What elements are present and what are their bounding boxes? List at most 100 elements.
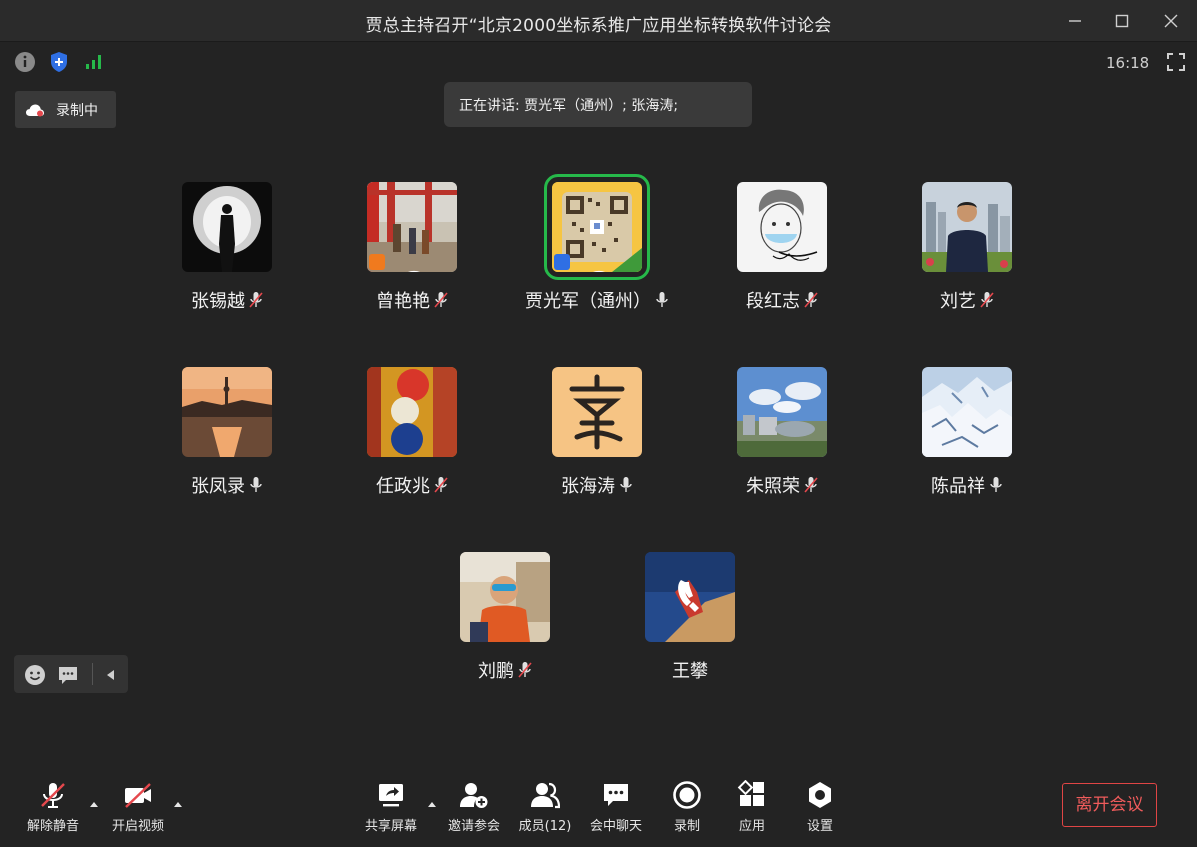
meeting-toolbar: 解除静音 开启视频 共享屏幕 邀请参会 成员(12) 会中聊天 录制 应用 设置 [0, 770, 1197, 847]
fullscreen-button[interactable] [1166, 52, 1186, 72]
mic-muted-icon [518, 662, 532, 678]
participant-name: 张凤录 [191, 476, 245, 497]
avatar [552, 367, 642, 457]
participant-tile[interactable]: 张海涛 [507, 367, 687, 507]
participant-name: 刘鹏 [478, 661, 514, 682]
mic-muted-icon [804, 292, 818, 308]
comment-icon [59, 667, 77, 684]
participant-tile[interactable]: 张锡越 [137, 182, 317, 322]
participant-name: 陈品祥 [931, 476, 985, 497]
host-badge [554, 254, 606, 272]
participant-tile[interactable]: 朱照荣 [692, 367, 872, 507]
avatar [367, 367, 457, 457]
avatar [922, 182, 1012, 272]
collapse-panel-button[interactable] [100, 664, 122, 686]
mic-muted-icon [434, 292, 448, 308]
mic-icon [250, 477, 262, 492]
video-off-icon [125, 783, 151, 808]
reaction-panel [14, 655, 128, 693]
signal-icon[interactable] [83, 50, 107, 74]
share-screen-icon [379, 784, 403, 807]
avatar [182, 182, 272, 272]
participant-name: 贾光军（通州） [525, 291, 651, 312]
participant-name: 段红志 [746, 291, 800, 312]
avatar [922, 367, 1012, 457]
recording-label: 录制中 [56, 103, 98, 119]
comment-button[interactable] [57, 664, 79, 686]
info-icon[interactable] [13, 50, 37, 74]
leave-meeting-button[interactable]: 离开会议 [1062, 783, 1157, 827]
participant-tile[interactable]: 王攀 [600, 552, 780, 692]
participant-tile[interactable]: 刘鹏 [415, 552, 595, 692]
apps-icon [737, 780, 764, 806]
host-badge [369, 254, 421, 272]
participant-tile[interactable]: 刘艺 [877, 182, 1057, 322]
maximize-icon [1115, 14, 1129, 28]
mic-icon [990, 477, 1002, 492]
share-screen-label: 共享屏幕 [364, 819, 417, 834]
avatar [645, 552, 735, 642]
participant-name: 曾艳艳 [376, 291, 430, 312]
fullscreen-icon [1167, 53, 1185, 71]
members-label: 成员(12) [518, 819, 572, 834]
participant-tile[interactable]: 段红志 [692, 182, 872, 322]
minimize-icon [1069, 20, 1081, 22]
unmute-button[interactable]: 解除静音 [13, 780, 93, 840]
participant-name: 刘艺 [940, 291, 976, 312]
invite-label: 邀请参会 [447, 819, 500, 834]
mic-icon [620, 477, 632, 492]
recording-indicator[interactable]: 录制中 [15, 91, 116, 128]
chevron-left-icon [107, 670, 114, 680]
chat-label: 会中聊天 [589, 819, 642, 834]
mic-muted-icon [41, 783, 65, 808]
participant-name: 张锡越 [191, 291, 245, 312]
mic-icon [656, 292, 668, 307]
emoji-button[interactable] [24, 664, 46, 686]
minimize-button[interactable] [1064, 10, 1086, 32]
participant-name: 朱照荣 [746, 476, 800, 497]
avatar [737, 367, 827, 457]
settings-label: 设置 [806, 819, 833, 834]
meeting-clock: 16:18 [1106, 54, 1150, 72]
avatar [544, 174, 650, 280]
maximize-button[interactable] [1111, 10, 1133, 32]
emoji-icon [25, 665, 45, 685]
mic-muted-icon [804, 477, 818, 493]
gear-icon [809, 782, 831, 808]
unmute-label: 解除静音 [26, 819, 79, 834]
mic-muted-icon [249, 292, 263, 308]
settings-button[interactable]: 设置 [780, 780, 860, 840]
participant-tile[interactable]: 任政兆 [322, 367, 502, 507]
title-bar: 贾总主持召开“北京2000坐标系推广应用坐标转换软件讨论会 [0, 0, 1197, 42]
share-screen-button[interactable]: 共享屏幕 [351, 780, 431, 840]
mic-muted-icon [980, 292, 994, 308]
participant-tile[interactable]: 曾艳艳 [322, 182, 502, 322]
mic-muted-icon [434, 477, 448, 493]
avatar [460, 552, 550, 642]
record-icon [673, 781, 701, 809]
close-icon [1164, 14, 1178, 28]
start-video-label: 开启视频 [111, 819, 164, 834]
window-title: 贾总主持召开“北京2000坐标系推广应用坐标转换软件讨论会 [365, 16, 832, 36]
add-user-icon [460, 783, 488, 808]
video-options-caret-icon[interactable] [173, 800, 183, 808]
participant-tile-active-speaker[interactable]: 贾光军（通州） [507, 174, 687, 322]
invite-button[interactable]: 邀请参会 [434, 780, 514, 840]
participant-tile[interactable]: 陈品祥 [877, 367, 1057, 507]
speaking-text: 正在讲话: 贾光军（通州）; 张海涛; [459, 98, 679, 114]
members-icon [531, 782, 560, 809]
avatar [182, 367, 272, 457]
participant-tile[interactable]: 张凤录 [137, 367, 317, 507]
avatar [367, 182, 457, 272]
chat-icon [604, 784, 628, 806]
close-button[interactable] [1160, 10, 1182, 32]
cloud-record-icon [26, 104, 44, 117]
shield-icon[interactable] [47, 50, 71, 74]
divider [92, 663, 93, 685]
start-video-button[interactable]: 开启视频 [98, 780, 178, 840]
participant-name: 张海涛 [561, 476, 615, 497]
chat-button[interactable]: 会中聊天 [576, 780, 656, 840]
participant-name: 任政兆 [376, 476, 430, 497]
members-button[interactable]: 成员(12) [505, 780, 585, 840]
avatar [737, 182, 827, 272]
